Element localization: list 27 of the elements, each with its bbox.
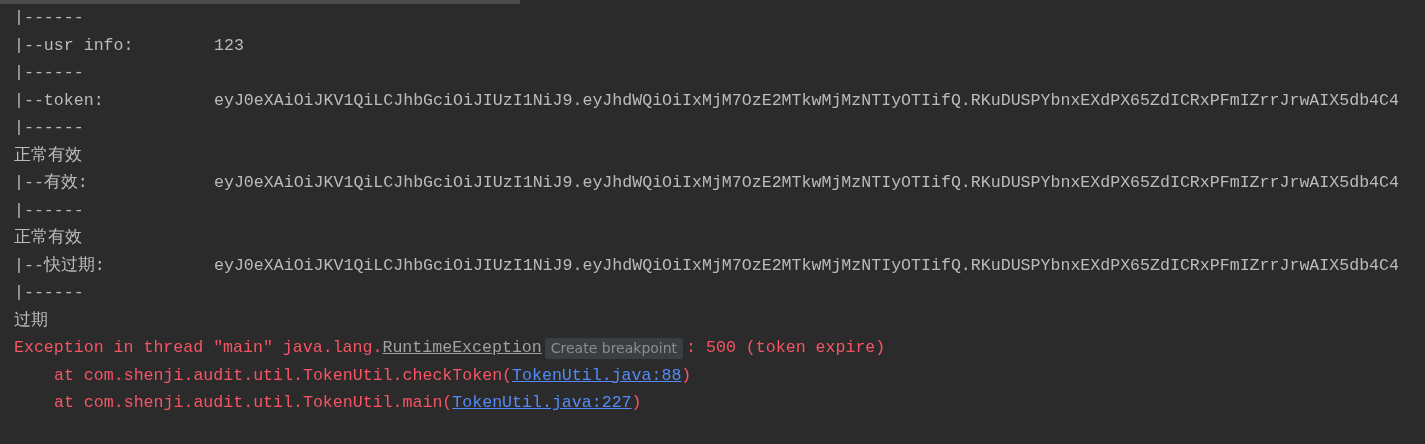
field-value: eyJ0eXAiOiJKV1QiLCJhbGciOiJIUzI1NiJ9.eyJhdWQiOiIxMjM7OzE2MTkwMjMzNTIyOTIifQ.RKuDUSPYbnxEXdPX65ZdICRxPFmIZrrJrwAIX5db4C4 <box>214 172 1399 195</box>
console-text: |------ <box>14 62 84 85</box>
field-value: eyJ0eXAiOiJKV1QiLCJhbGciOiJIUzI1NiJ9.eyJhdWQiOiIxMjM7OzE2MTkwMjMzNTIyOTIifQ.RKuDUSPYbnxEXdPX65ZdICRxPFmIZrrJrwAIX5db4C4 <box>214 254 1399 277</box>
stack-trace-text: ) <box>681 364 692 387</box>
stack-trace-text: at com.shenji.audit.util.TokenUtil.checkToken( <box>54 364 513 387</box>
error-text: Exception in thread "main" java.lang. <box>14 337 383 360</box>
scrollbar[interactable] <box>0 0 520 4</box>
console-text: 过期 <box>14 309 48 332</box>
exception-link[interactable]: RuntimeException <box>382 336 542 362</box>
console-text: |------ <box>14 7 84 30</box>
source-link[interactable]: TokenUtil.java:88 <box>512 363 682 389</box>
field-label: |--token: <box>14 89 105 112</box>
source-link[interactable]: TokenUtil.java:227 <box>452 391 632 417</box>
console-text: |------ <box>14 199 84 222</box>
field-label: |--快过期: <box>14 254 106 277</box>
console-text: |------ <box>14 117 84 140</box>
stack-trace-text: at com.shenji.audit.util.TokenUtil.main( <box>54 392 453 415</box>
field-label: |--有效: <box>14 172 89 195</box>
breakpoint-tooltip[interactable]: Create breakpoint <box>544 338 684 360</box>
console-text: |------ <box>14 282 84 305</box>
error-text: : 500 (token expire) <box>686 337 886 360</box>
field-value: eyJ0eXAiOiJKV1QiLCJhbGciOiJIUzI1NiJ9.eyJhdWQiOiIxMjM7OzE2MTkwMjMzNTIyOTIifQ.RKuDUSPYbnxEXdPX65ZdICRxPFmIZrrJrwAIX5db4C4 <box>214 89 1399 112</box>
stack-trace-text: ) <box>631 392 642 415</box>
console-text: 正常有效 <box>14 227 82 250</box>
field-value: 123 <box>214 34 244 57</box>
field-label: |--usr info: <box>14 34 135 57</box>
console-text: 正常有效 <box>14 144 82 167</box>
